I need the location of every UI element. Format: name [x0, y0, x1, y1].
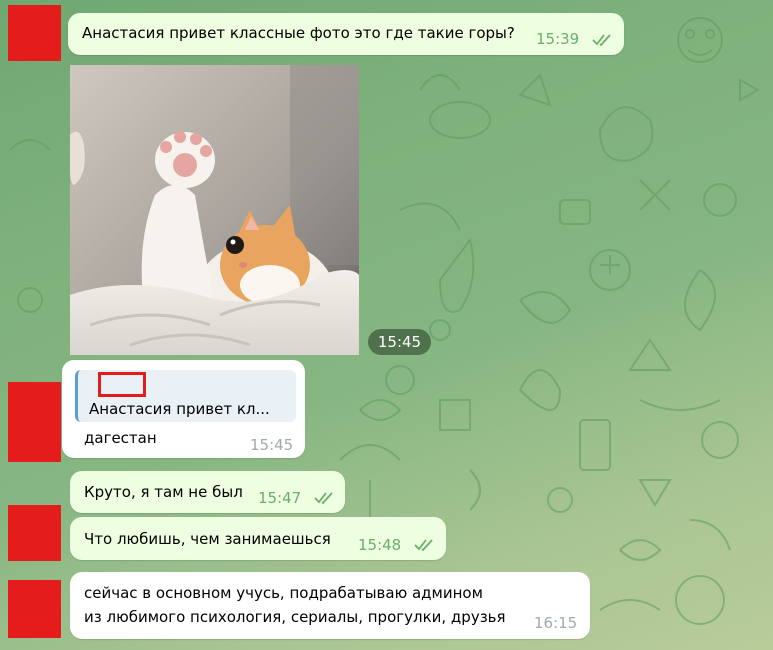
avatar[interactable]	[8, 505, 61, 561]
outgoing-message[interactable]: Анастасия привет классные фото это где т…	[68, 13, 624, 55]
incoming-reply-message[interactable]: Анастасия привет кл... дагестан 15:45	[62, 360, 305, 458]
avatar[interactable]	[8, 580, 61, 638]
message-text: Что любишь, чем занимаешься	[84, 530, 331, 548]
photo-time: 15:45	[368, 329, 431, 355]
message-time: 15:48	[358, 536, 402, 554]
double-check-icon	[414, 539, 433, 551]
reply-quote[interactable]: Анастасия привет кл...	[75, 370, 296, 422]
message-text: дагестан	[84, 429, 157, 447]
message-time: 15:45	[250, 436, 294, 454]
chat-background: Анастасия привет классные фото это где т…	[0, 0, 773, 650]
message-time: 15:47	[258, 489, 302, 507]
reply-quote-text: Анастасия привет кл...	[89, 400, 270, 418]
outgoing-message[interactable]: Что любишь, чем занимаешься 15:48	[70, 517, 446, 560]
outgoing-message[interactable]: Круто, я там не был 15:47	[70, 471, 345, 513]
photo-message[interactable]	[70, 65, 359, 355]
message-text: Круто, я там не был	[84, 483, 243, 501]
message-text: Анастасия привет классные фото это где т…	[82, 24, 515, 42]
message-text-line-1: сейчас в основном учусь, подрабатываю ад…	[84, 584, 483, 602]
double-check-icon	[592, 34, 611, 46]
message-time: 15:39	[536, 30, 580, 48]
double-check-icon	[314, 492, 333, 504]
message-text-line-2: из любимого психология, сериалы, прогулк…	[84, 608, 506, 626]
incoming-message[interactable]: сейчас в основном учусь, подрабатываю ад…	[70, 572, 590, 639]
avatar[interactable]	[8, 382, 61, 462]
cat-photo-image	[70, 65, 359, 355]
avatar[interactable]	[8, 5, 61, 61]
reply-sender-name	[98, 372, 146, 397]
message-time: 16:15	[534, 614, 578, 632]
